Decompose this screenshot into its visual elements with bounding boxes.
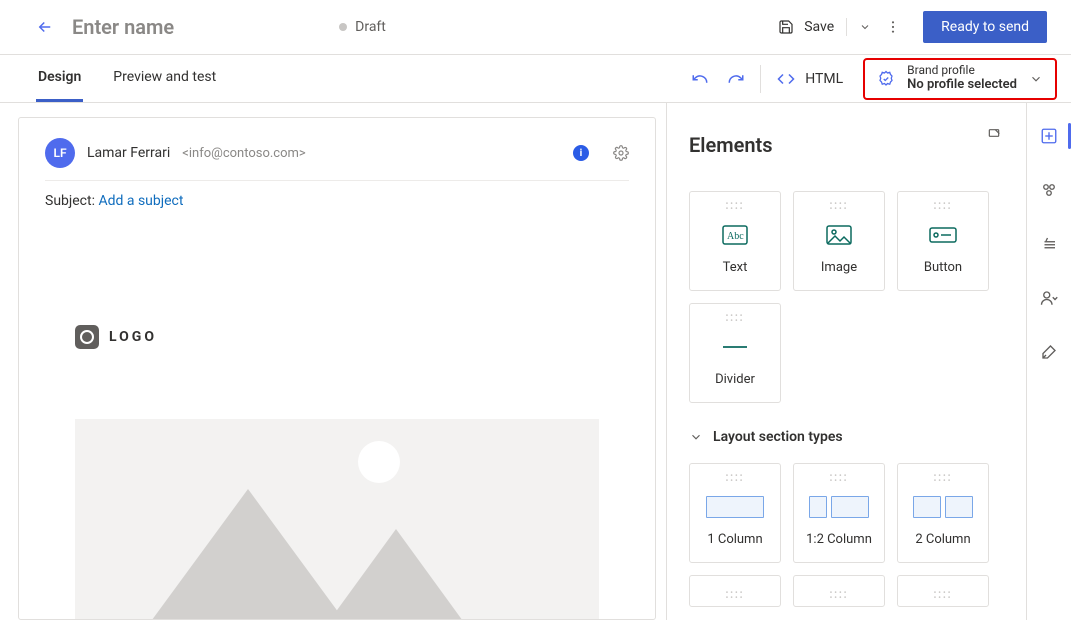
tile-label: Text [723, 260, 748, 275]
rail-elements[interactable] [1034, 121, 1064, 151]
canvas-wrap: LF Lamar Ferrari <info@contoso.com> i Su… [0, 103, 666, 620]
logo-block[interactable]: LOGO [75, 325, 599, 349]
drag-grip-icon: •••••••• [830, 202, 849, 212]
right-rail [1026, 103, 1071, 620]
image-placeholder[interactable] [75, 419, 599, 620]
brand-profile-selector[interactable]: Brand profile No profile selected [863, 58, 1057, 100]
subject-input[interactable]: Add a subject [98, 193, 183, 209]
email-name-input[interactable]: Enter name [72, 15, 174, 39]
code-icon [777, 70, 795, 88]
rail-theme[interactable] [1034, 337, 1064, 367]
command-bar: Enter name Draft Save Ready to send [0, 0, 1071, 55]
brand-gear-icon [877, 70, 895, 88]
layout-grid: •••••••• 1 Column •••••••• 1:2 Column ••… [689, 463, 1018, 607]
canvas[interactable]: LF Lamar Ferrari <info@contoso.com> i Su… [18, 117, 656, 620]
element-divider[interactable]: •••••••• Divider [689, 303, 781, 403]
svg-text:Abc: Abc [727, 231, 744, 242]
subject-label: Subject: [45, 193, 95, 209]
brand-profile-label: Brand profile [907, 64, 1017, 78]
drag-grip-icon: •••••••• [726, 591, 745, 601]
layout-section-header[interactable]: Layout section types [689, 429, 1018, 445]
save-split-chevron-icon[interactable] [859, 21, 871, 33]
tab-design[interactable]: Design [36, 55, 83, 102]
drag-grip-icon: •••••••• [830, 474, 849, 484]
layout-section-title: Layout section types [713, 429, 843, 445]
redo-icon[interactable] [718, 61, 754, 97]
element-text[interactable]: •••••••• Abc Text [689, 191, 781, 291]
status-dot-icon [339, 23, 347, 31]
info-icon[interactable]: i [573, 145, 589, 161]
tile-label: Image [821, 260, 857, 275]
rail-personalize[interactable] [1034, 229, 1064, 259]
elements-panel: Elements •••••••• Abc Text •••••••• Imag… [666, 103, 1026, 620]
tile-label: 1:2 Column [806, 532, 872, 547]
drag-grip-icon: •••••••• [726, 202, 745, 212]
save-label: Save [804, 19, 834, 35]
tile-label: Button [924, 260, 962, 275]
rail-settings[interactable] [1034, 175, 1064, 205]
drag-grip-icon: •••••••• [934, 474, 953, 484]
logo-text: LOGO [109, 329, 157, 345]
from-name: Lamar Ferrari [87, 145, 170, 161]
layout-1-2-column[interactable]: •••••••• 1:2 Column [793, 463, 885, 563]
stage: LF Lamar Ferrari <info@contoso.com> i Su… [0, 103, 1071, 620]
status-label: Draft [355, 19, 386, 35]
tab-bar: Design Preview and test HTML Brand profi… [0, 55, 1071, 103]
tab-preview-test[interactable]: Preview and test [111, 55, 218, 102]
html-toggle-label: HTML [805, 71, 843, 87]
from-email: <info@contoso.com> [182, 146, 305, 161]
save-icon [778, 19, 794, 35]
brand-profile-value: No profile selected [907, 78, 1017, 93]
pin-icon[interactable] [986, 127, 1002, 143]
text-icon: Abc [722, 216, 748, 254]
panel-title: Elements [689, 133, 1018, 157]
undo-icon[interactable] [682, 61, 718, 97]
drag-grip-icon: •••••••• [726, 314, 745, 324]
save-button[interactable]: Save [778, 18, 871, 36]
button-icon [929, 216, 957, 254]
drag-grip-icon: •••••••• [934, 591, 953, 601]
elements-grid: •••••••• Abc Text •••••••• Image •••••••… [689, 191, 1018, 403]
settings-icon[interactable] [613, 145, 629, 161]
element-image[interactable]: •••••••• Image [793, 191, 885, 291]
layout-2-column[interactable]: •••••••• 2 Column [897, 463, 989, 563]
rail-people[interactable] [1034, 283, 1064, 313]
more-icon[interactable] [885, 19, 901, 35]
layout-more-3[interactable]: •••••••• [897, 575, 989, 607]
image-icon [826, 216, 852, 254]
tile-label: Divider [715, 372, 755, 387]
logo-mark-icon [75, 325, 99, 349]
layout-more-2[interactable]: •••••••• [793, 575, 885, 607]
ready-to-send-button[interactable]: Ready to send [923, 11, 1047, 43]
tile-label: 1 Column [707, 532, 762, 547]
html-toggle[interactable]: HTML [767, 70, 853, 88]
chevron-down-icon [1029, 72, 1043, 86]
avatar: LF [45, 138, 75, 168]
layout-more-1[interactable]: •••••••• [689, 575, 781, 607]
divider-icon [722, 328, 748, 366]
tile-label: 2 Column [915, 532, 970, 547]
chevron-down-icon [689, 430, 703, 444]
drag-grip-icon: •••••••• [934, 202, 953, 212]
from-row: LF Lamar Ferrari <info@contoso.com> i [45, 138, 629, 181]
drag-grip-icon: •••••••• [830, 591, 849, 601]
status-pill: Draft [339, 19, 386, 35]
drag-grip-icon: •••••••• [726, 474, 745, 484]
back-icon[interactable] [36, 18, 54, 36]
element-button[interactable]: •••••••• Button [897, 191, 989, 291]
layout-1-column[interactable]: •••••••• 1 Column [689, 463, 781, 563]
